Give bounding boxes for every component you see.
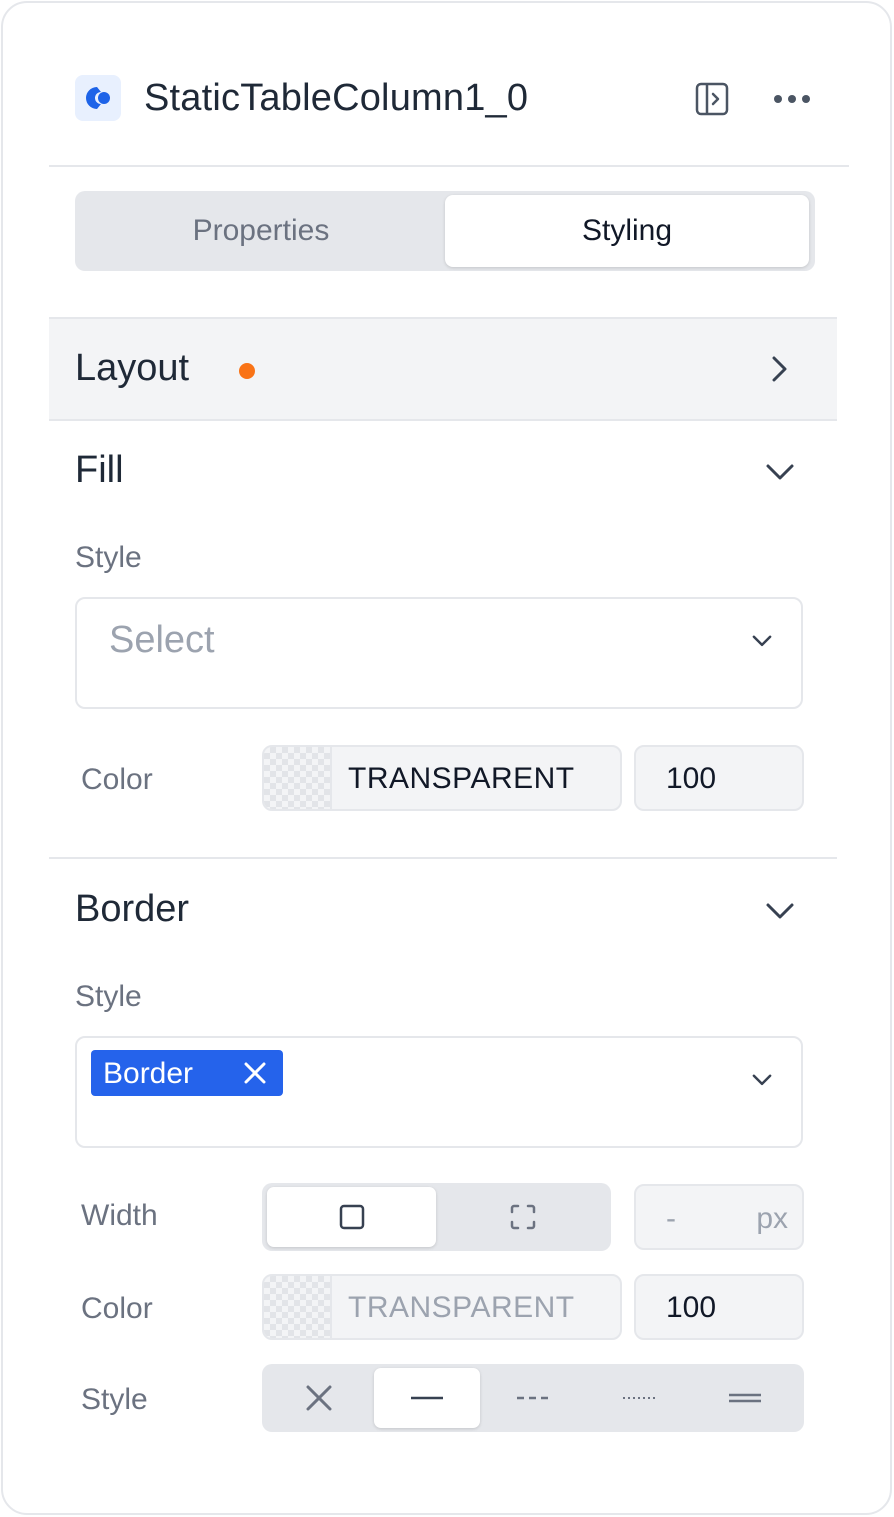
fill-color-value: TRANSPARENT (348, 762, 575, 795)
border-style-label: Style (75, 980, 142, 1013)
line-style-double[interactable] (692, 1368, 798, 1428)
border-opacity-value: 100 (666, 1291, 717, 1324)
styling-panel: StaticTableColumn1_0 Properties Styling … (1, 1, 892, 1515)
border-style-select[interactable]: Border (75, 1036, 803, 1148)
border-color-field[interactable]: TRANSPARENT (262, 1274, 622, 1340)
dotted-line-icon (623, 1397, 655, 1399)
border-chip: Border (91, 1050, 283, 1096)
layout-section-header[interactable]: Layout (49, 317, 837, 421)
close-icon[interactable] (241, 1059, 269, 1087)
header-divider (49, 165, 849, 167)
fill-style-select[interactable]: Select (75, 597, 803, 709)
border-width-mode (262, 1183, 611, 1251)
close-icon (306, 1385, 332, 1411)
transparent-swatch[interactable] (264, 747, 332, 809)
solid-line-icon (411, 1396, 443, 1400)
tab-properties[interactable]: Properties (79, 195, 443, 267)
fill-style-label: Style (75, 541, 142, 574)
chevron-down-icon (752, 1074, 772, 1086)
tab-bar: Properties Styling (75, 191, 815, 271)
fill-style-placeholder: Select (109, 619, 215, 661)
border-line-style-label: Style (81, 1383, 148, 1416)
individual-sides-button[interactable] (438, 1187, 607, 1247)
border-section-title: Border (75, 888, 190, 930)
modified-indicator (239, 363, 255, 379)
border-width-value: - (666, 1202, 676, 1235)
line-style-solid[interactable] (374, 1368, 480, 1428)
chevron-down-icon (752, 635, 772, 647)
line-style-dotted[interactable] (586, 1368, 692, 1428)
fill-section-title: Fill (75, 449, 124, 491)
line-style-dashed[interactable] (480, 1368, 586, 1428)
line-style-none[interactable] (266, 1368, 372, 1428)
chevron-down-icon[interactable] (764, 894, 796, 926)
border-color-label: Color (81, 1292, 153, 1325)
corners-icon (510, 1204, 535, 1230)
square-icon (339, 1204, 364, 1230)
more-icon[interactable] (770, 81, 816, 117)
border-width-unit: px (756, 1202, 788, 1235)
border-width-input[interactable]: - px (634, 1184, 804, 1250)
fill-opacity-input[interactable]: 100 (634, 745, 804, 811)
component-title: StaticTableColumn1_0 (144, 77, 529, 119)
border-opacity-input[interactable]: 100 (634, 1274, 804, 1340)
chevron-down-icon[interactable] (764, 455, 796, 487)
border-line-style-selector (262, 1364, 804, 1432)
border-color-value: TRANSPARENT (348, 1291, 575, 1324)
layout-section-title: Layout (75, 347, 190, 389)
fill-color-field[interactable]: TRANSPARENT (262, 745, 622, 811)
double-line-icon (729, 1393, 761, 1403)
panel-toggle-icon[interactable] (694, 81, 730, 117)
border-chip-label: Border (103, 1057, 194, 1090)
app-logo-icon (75, 75, 121, 121)
panel-header: StaticTableColumn1_0 (3, 3, 890, 167)
tab-styling[interactable]: Styling (445, 195, 809, 267)
transparent-swatch[interactable] (264, 1276, 332, 1338)
all-sides-button[interactable] (267, 1187, 436, 1247)
chevron-right-icon (772, 356, 787, 382)
dashed-line-icon (517, 1396, 549, 1400)
section-divider (49, 857, 837, 859)
fill-opacity-value: 100 (666, 762, 717, 795)
fill-color-label: Color (81, 763, 153, 796)
border-width-label: Width (81, 1199, 158, 1232)
